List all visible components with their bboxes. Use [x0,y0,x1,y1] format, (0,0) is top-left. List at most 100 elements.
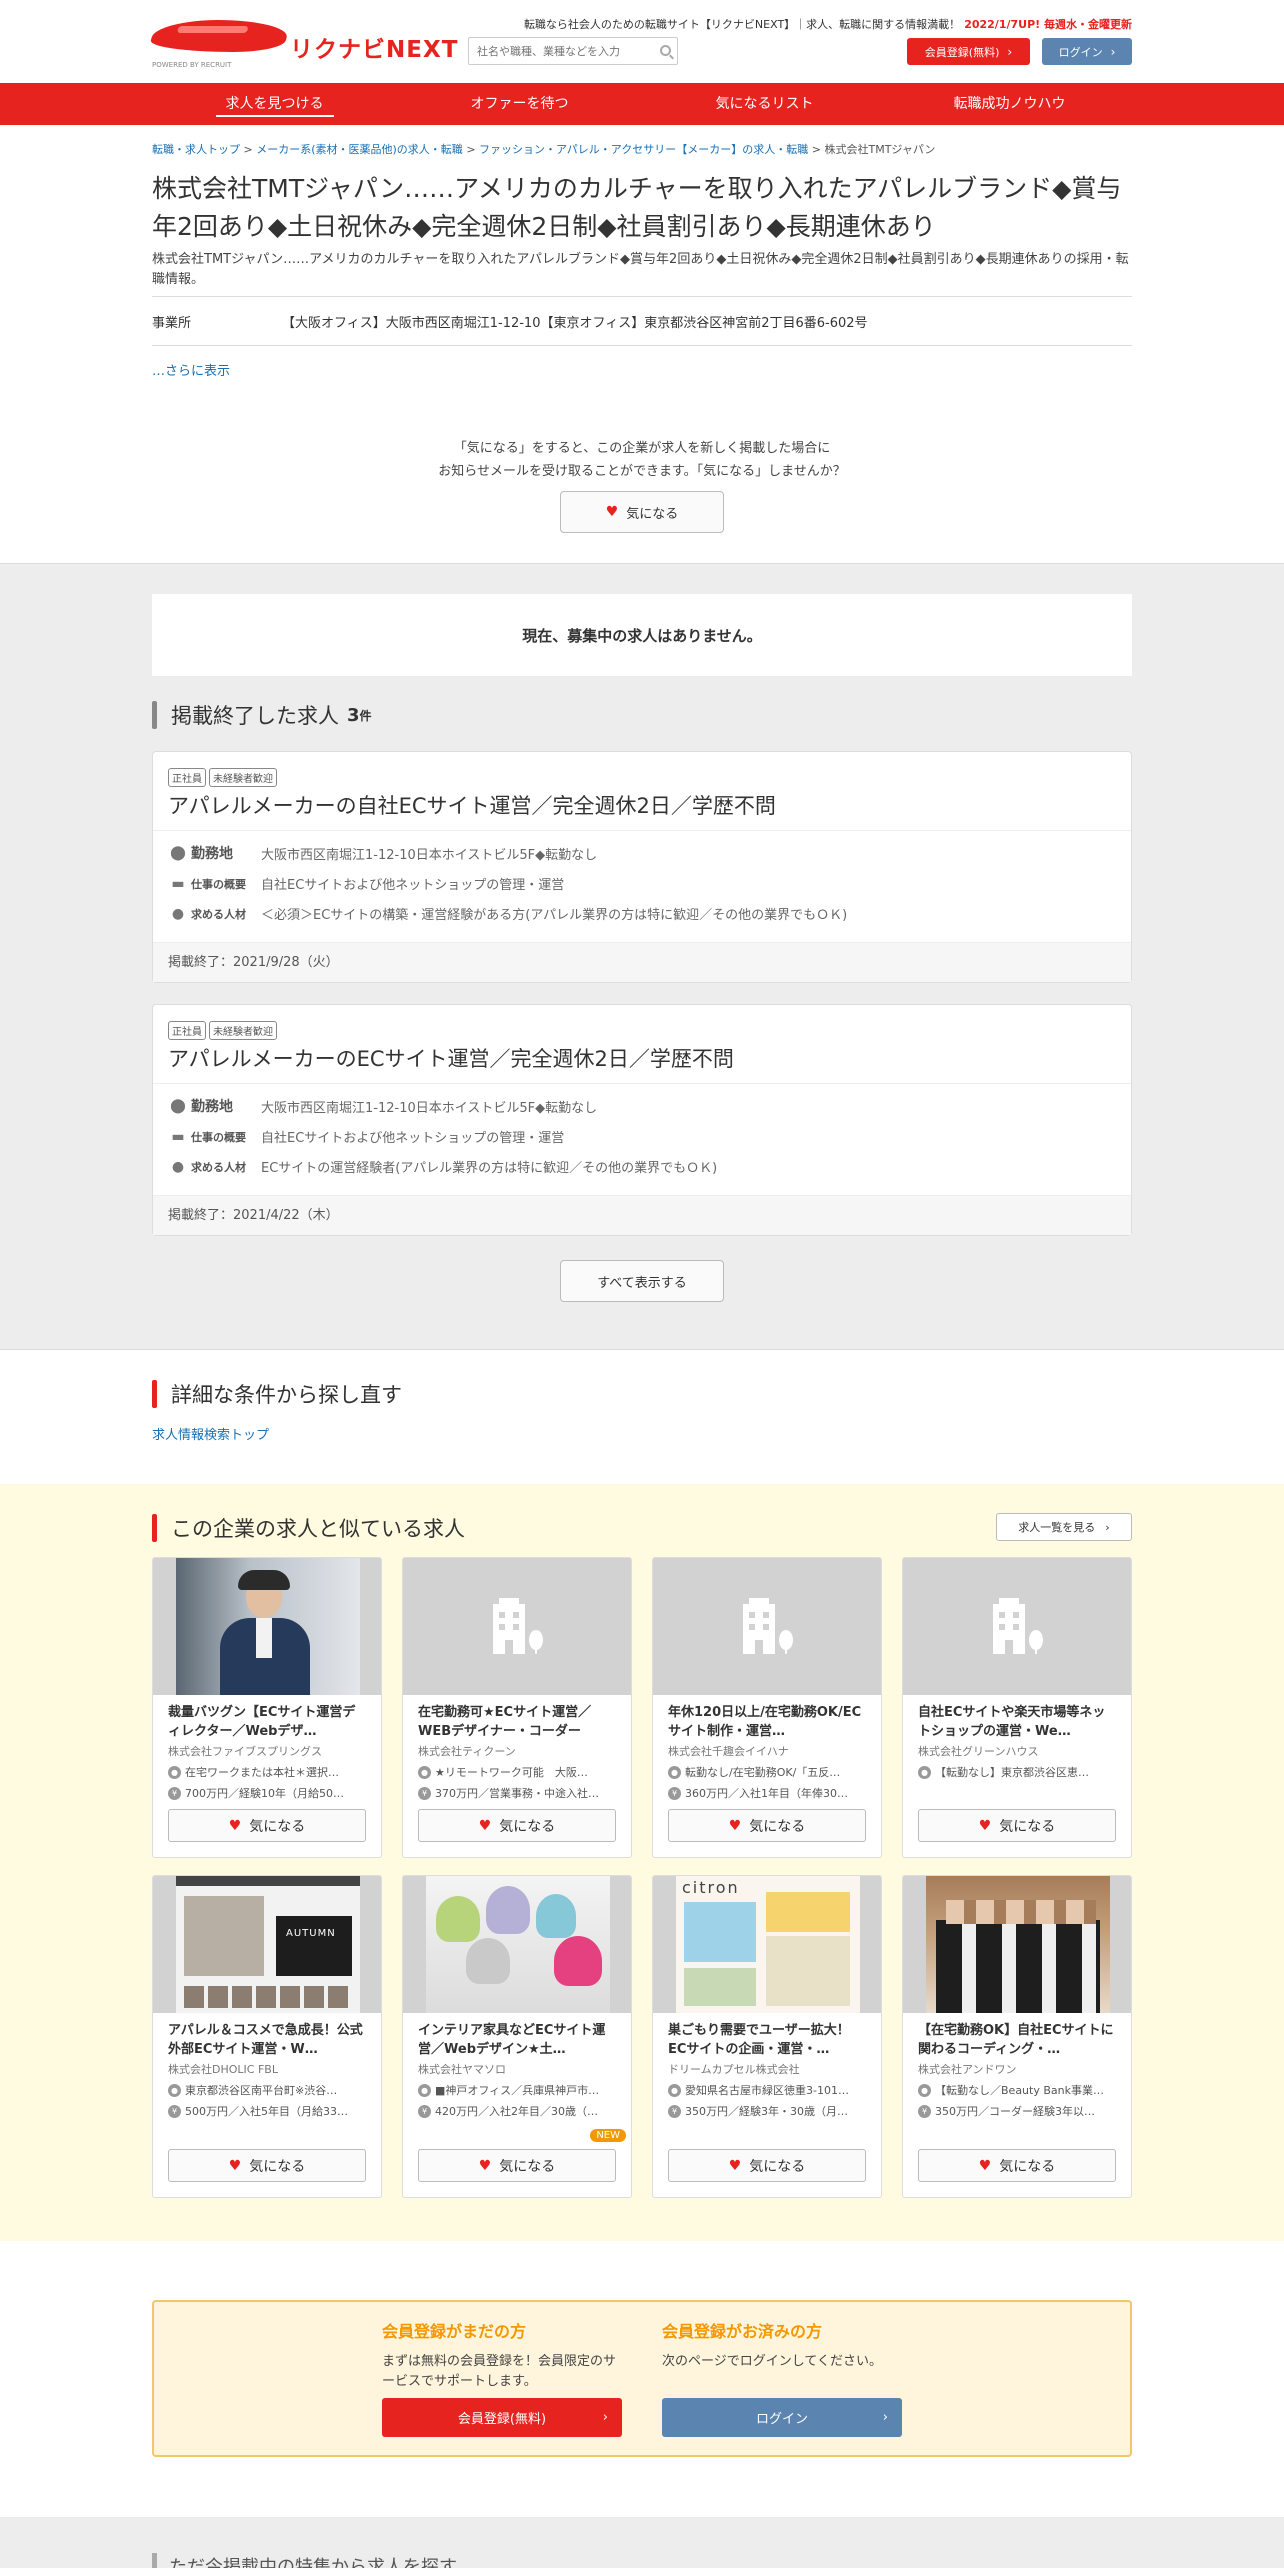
similar-job-location: ● 東京都渋谷区南平台町※渋谷… [168,2082,366,2098]
location-pin-icon: ⬤ [170,1098,186,1114]
breadcrumb: 転職・求人トップ > メーカー系(素材・医薬品他)の求人・転職 > ファッション… [152,143,936,156]
chevron-right-icon: › [882,2410,888,2425]
job-image [903,1558,1131,1695]
breadcrumb-link[interactable]: 転職・求人トップ [152,143,240,156]
login-button-bottom[interactable]: ログイン › [662,2398,902,2437]
office-value: 【大阪オフィス】大阪市西区南堀江1-12-10【東京オフィス】東京都渋谷区神宮前… [282,315,868,331]
location-pin-icon: ● [668,2083,681,2097]
ended-job-card[interactable]: 正社員 未経験者歓迎 アパレルメーカーのECサイト運営／完全週休2日／学歴不問 … [152,1004,1132,1236]
chevron-right-icon: › [1105,1520,1110,1534]
jobs-section: 現在、募集中の求人はありません。 掲載終了した求人 3件 正社員 未経験者歓迎 … [0,563,1284,1350]
favorite-button[interactable]: ♥ 気になる [418,1809,616,1842]
job-summary: ▬ 仕事の概要 自社ECサイトおよび他ネットショップの管理・運営 [171,1128,565,1147]
favorite-button[interactable]: ♥ 気になる [668,1809,866,1842]
favorite-button[interactable]: ♥ 気になる [168,2149,366,2182]
similar-job-title[interactable]: インテリア家具などECサイト運営／Webデザイン★土… [418,2021,616,2059]
job-image [903,1876,1131,2013]
similar-job-company: ドリームカプセル株式会社 [668,2063,800,2076]
yen-icon: ¥ [668,1786,681,1800]
job-photo [176,1558,360,1695]
job-photo: AUTUMN [176,1876,360,2013]
job-image [653,1558,881,1695]
breadcrumb-link[interactable]: ファッション・アパレル・アクセサリー【メーカー】の求人・転職 [479,143,808,156]
favorite-button[interactable]: ♥ 気になる [668,2149,866,2182]
similar-job-location: ● ■神戸オフィス／兵庫県神戸市… [418,2082,616,2098]
job-image [403,1558,631,1695]
similar-job-card[interactable]: 【在宅勤務OK】自社ECサイトに関わるコーディング・… 株式会社アンドワン ● 【転勤… [902,1875,1132,2198]
job-location: ⬤ 勤務地 大阪市西区南堀江1-12-10日本ホイストビル5F◆転勤なし [170,1098,598,1116]
breadcrumb-link[interactable]: メーカー系(素材・医薬品他)の求人・転職 [256,143,463,156]
tag-inexperienced: 未経験者歓迎 [209,768,277,787]
show-all-button[interactable]: すべて表示する [560,1260,724,1302]
login-text: 次のページでログインしてください。 [662,2354,882,2369]
similar-job-card[interactable]: インテリア家具などECサイト運営／Webデザイン★土… 株式会社ヤマソロ ● ■神戸オ… [402,1875,632,2198]
similar-job-salary: ¥350万円／コーダー経験3年以… [918,2103,1116,2119]
similar-job-salary: ¥350万円／経験3年・30歳（月… [668,2103,866,2119]
briefcase-icon: ▬ [171,1128,185,1145]
similar-job-company: 株式会社DHOLIC FBL [168,2063,278,2076]
show-more-link[interactable]: …さらに表示 [152,360,230,379]
location-pin-icon: ⬤ [170,845,186,861]
favorite-button[interactable]: ♥ 気になる [918,2149,1116,2182]
similar-jobs-section: この企業の求人と似ている求人 求人一覧を見る › 裁量バツグン【ECサイト運営ディ… [0,1484,1284,2241]
similar-job-card[interactable]: 自社ECサイトや楽天市場等ネットショップの運営・We… 株式会社グリーンハウス ● 【… [902,1557,1132,1858]
job-summary: ▬ 仕事の概要 自社ECサイトおよび他ネットショップの管理・運営 [171,875,565,894]
building-icon [993,1598,1043,1654]
favorite-button[interactable]: ♥ 気になる [918,1809,1116,1842]
similar-job-card[interactable]: 在宅勤務可★ECサイト運営／WEBデザイナー・コーダー 株式会社ティクーン ● ★リモ… [402,1557,632,1858]
favorite-button[interactable]: ♥ 気になる [560,491,724,533]
shop-photo-text: AUTUMN [286,1928,336,1939]
heart-icon: ♥ [728,1817,742,1834]
new-badge: NEW [590,2129,626,2142]
similar-job-title[interactable]: アパレル＆コスメで急成長！公式外部ECサイト運営・W… [168,2021,366,2059]
similar-job-salary: ¥420万円／入社2年目／30歳（… [418,2103,616,2119]
building-icon [493,1598,543,1654]
similar-job-company: 株式会社千趣会イイハナ [668,1745,789,1758]
company-description: 株式会社TMTジャパン……アメリカのカルチャーを取り入れたアパレルブランド◆賞与… [152,252,1129,287]
job-tags: 正社員 未経験者歓迎 [168,768,277,787]
location-pin-icon: ● [418,2083,431,2097]
job-ended-date: 掲載終了：2021/9/28（火） [153,942,1131,982]
similar-job-card[interactable]: AUTUMN アパレル＆コスメで急成長！公式外部ECサイト運営・W… 株式会社DHO… [152,1875,382,2198]
job-title[interactable]: アパレルメーカーのECサイト運営／完全週休2日／学歴不問 [168,1043,734,1073]
similar-job-card[interactable]: 年休120日以上/在宅勤務OK/ECサイト制作・運営… 株式会社千趣会イイハナ ● 転… [652,1557,882,1858]
similar-job-title[interactable]: 【在宅勤務OK】自社ECサイトに関わるコーディング・… [918,2021,1116,2059]
similar-job-card[interactable]: 裁量バツグン【ECサイト運営ディレクター／Webデザ… 株式会社ファイブスプリング… [152,1557,382,1858]
register-existing: 会員登録がお済みの方 次のページでログインしてください。 ログイン › [662,2318,902,2437]
similar-job-title[interactable]: 裁量バツグン【ECサイト運営ディレクター／Webデザ… [168,1703,366,1741]
yen-icon: ¥ [168,2104,181,2118]
similar-job-title[interactable]: 年休120日以上/在宅勤務OK/ECサイト制作・運営… [668,1703,866,1741]
similar-job-title[interactable]: 自社ECサイトや楽天市場等ネットショップの運営・We… [918,1703,1116,1741]
job-tags: 正社員 未経験者歓迎 [168,1021,277,1040]
similar-job-company: 株式会社ファイブスプリングス [168,1745,322,1758]
similar-job-title[interactable]: 在宅勤務可★ECサイト運営／WEBデザイナー・コーダー [418,1703,616,1741]
register-free-button[interactable]: 会員登録(無料) › [382,2398,622,2437]
heart-icon: ♥ [228,2157,242,2174]
similar-job-card[interactable]: citron 巣ごもり需要でユーザー拡大！ECサイトの企画・運営・… ドリームカプセ… [652,1875,882,2198]
feature-section: ただ今掲載中の特集から求人を探す [0,2517,1284,2568]
job-location: ⬤ 勤務地 大阪市西区南堀江1-12-10日本ホイストビル5F◆転勤なし [170,845,598,863]
similar-job-company: 株式会社ヤマソロ [418,2063,506,2076]
office-label: 事業所 [152,315,192,331]
tag-fulltime: 正社員 [168,1021,206,1040]
job-image [403,1876,631,2013]
page-title: 株式会社TMTジャパン……アメリカのカルチャーを取り入れたアパレルブランド◆賞与… [152,174,1122,241]
favorite-button[interactable]: ♥ 気になる [418,2149,616,2182]
briefcase-icon: ▬ [171,875,185,892]
flyer-photo-text: citron [682,1878,740,1897]
login-heading: 会員登録がお済みの方 [662,2322,823,2341]
yen-icon: ¥ [668,2104,681,2118]
favorite-button[interactable]: ♥ 気になる [168,1809,366,1842]
ended-job-card[interactable]: 正社員 未経験者歓迎 アパレルメーカーの自社ECサイト運営／完全週休2日／学歴不… [152,751,1132,983]
heart-icon: ♥ [478,1817,492,1834]
similar-job-location: ● 【転勤なし／Beauty Bank事業… [918,2082,1116,2098]
job-title[interactable]: アパレルメーカーの自社ECサイト運営／完全週休2日／学歴不問 [168,790,776,820]
register-box: 会員登録がまだの方 まずは無料の会員登録を！会員限定のサービスでサポートします。… [152,2300,1132,2457]
location-pin-icon: ● [918,1765,931,1779]
similar-job-title[interactable]: 巣ごもり需要でユーザー拡大！ECサイトの企画・運営・… [668,2021,866,2059]
job-requirements: ● 求める人材 ＜必須＞ECサイトの構築・運営経験がある方(アパレル業界の方は特… [171,905,848,924]
location-pin-icon: ● [668,1765,681,1779]
search-top-link[interactable]: 求人情報検索トップ [152,1424,269,1443]
see-job-list-button[interactable]: 求人一覧を見る › [996,1513,1132,1541]
register-new: 会員登録がまだの方 まずは無料の会員登録を！会員限定のサービスでサポートします。… [382,2318,622,2437]
